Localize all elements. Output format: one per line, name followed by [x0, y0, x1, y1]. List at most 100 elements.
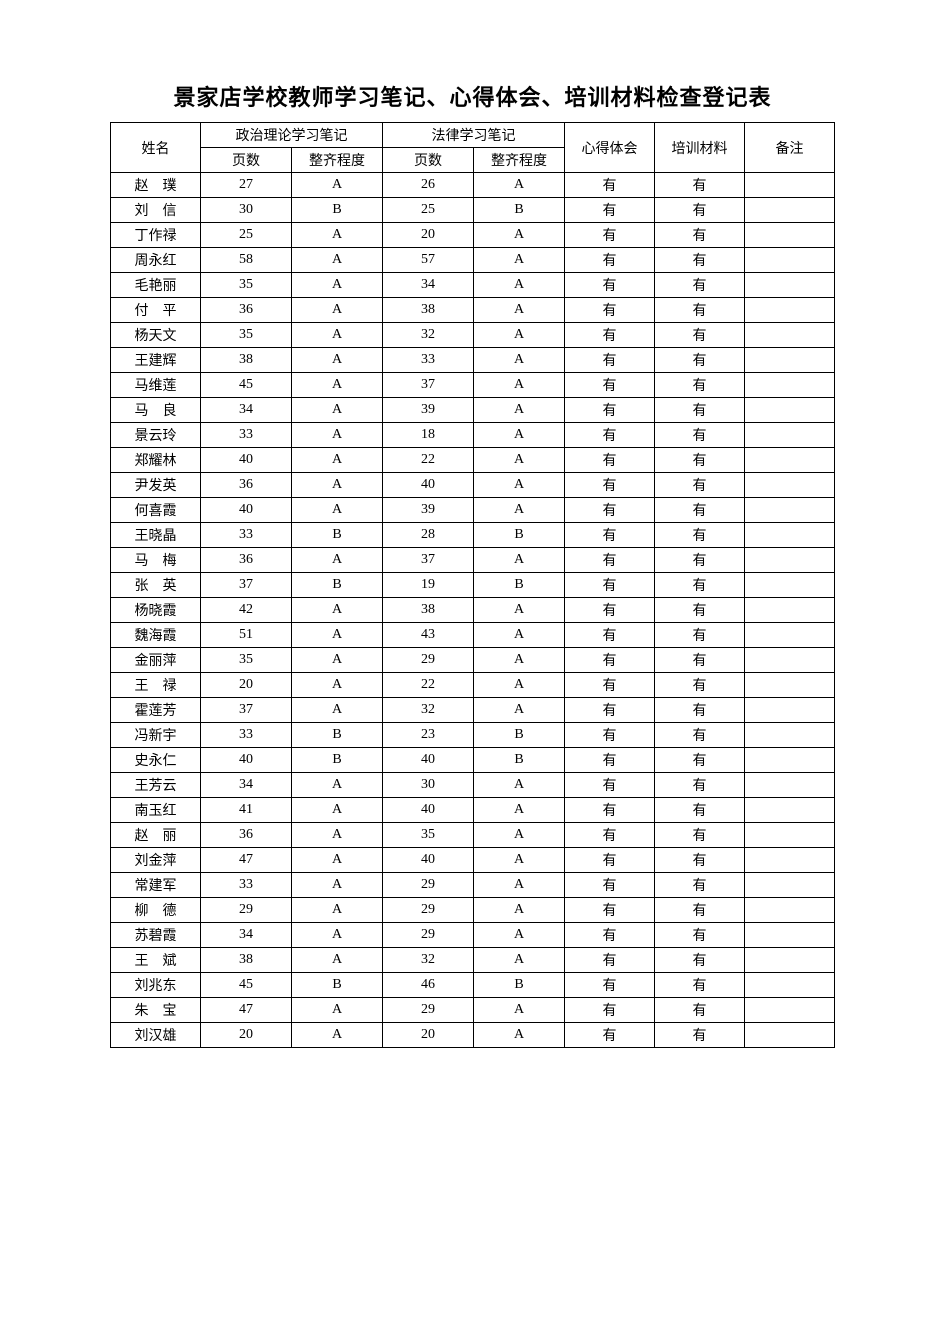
- cell-name: 尹发英: [111, 473, 201, 498]
- cell-politics-neat: A: [292, 323, 383, 348]
- cell-remark: [745, 323, 835, 348]
- cell-politics-neat: A: [292, 273, 383, 298]
- cell-politics-neat: A: [292, 798, 383, 823]
- table-row: 景云玲33A18A有有: [111, 423, 835, 448]
- cell-law-pages: 32: [383, 698, 474, 723]
- cell-law-pages: 29: [383, 648, 474, 673]
- cell-remark: [745, 773, 835, 798]
- cell-name: 冯新宇: [111, 723, 201, 748]
- cell-politics-pages: 51: [201, 623, 292, 648]
- cell-remark: [745, 923, 835, 948]
- cell-experience: 有: [565, 873, 655, 898]
- cell-experience: 有: [565, 423, 655, 448]
- cell-politics-pages: 38: [201, 348, 292, 373]
- cell-politics-neat: A: [292, 1023, 383, 1048]
- cell-law-pages: 30: [383, 773, 474, 798]
- table-row: 杨晓霞42A38A有有: [111, 598, 835, 623]
- cell-law-pages: 40: [383, 748, 474, 773]
- cell-politics-neat: A: [292, 698, 383, 723]
- cell-politics-pages: 33: [201, 873, 292, 898]
- cell-experience: 有: [565, 448, 655, 473]
- cell-law-neat: A: [474, 1023, 565, 1048]
- cell-law-neat: A: [474, 673, 565, 698]
- cell-politics-neat: B: [292, 198, 383, 223]
- cell-training: 有: [655, 623, 745, 648]
- cell-law-neat: B: [474, 973, 565, 998]
- cell-law-neat: A: [474, 948, 565, 973]
- cell-politics-neat: B: [292, 523, 383, 548]
- cell-experience: 有: [565, 1023, 655, 1048]
- cell-remark: [745, 248, 835, 273]
- cell-name: 柳 德: [111, 898, 201, 923]
- cell-experience: 有: [565, 223, 655, 248]
- header-name: 姓名: [111, 123, 201, 173]
- cell-law-neat: A: [474, 348, 565, 373]
- cell-name: 金丽萍: [111, 648, 201, 673]
- cell-name: 史永仁: [111, 748, 201, 773]
- cell-experience: 有: [565, 573, 655, 598]
- cell-politics-pages: 45: [201, 973, 292, 998]
- cell-politics-neat: A: [292, 248, 383, 273]
- cell-law-neat: A: [474, 698, 565, 723]
- cell-training: 有: [655, 473, 745, 498]
- cell-law-pages: 20: [383, 223, 474, 248]
- cell-name: 景云玲: [111, 423, 201, 448]
- cell-politics-neat: A: [292, 223, 383, 248]
- cell-remark: [745, 223, 835, 248]
- cell-experience: 有: [565, 923, 655, 948]
- cell-politics-neat: A: [292, 548, 383, 573]
- cell-politics-neat: B: [292, 723, 383, 748]
- cell-training: 有: [655, 573, 745, 598]
- cell-politics-neat: A: [292, 673, 383, 698]
- cell-name: 毛艳丽: [111, 273, 201, 298]
- cell-politics-pages: 35: [201, 273, 292, 298]
- cell-politics-pages: 29: [201, 898, 292, 923]
- cell-experience: 有: [565, 948, 655, 973]
- cell-law-neat: A: [474, 473, 565, 498]
- cell-law-pages: 22: [383, 673, 474, 698]
- table-row: 王芳云34A30A有有: [111, 773, 835, 798]
- cell-law-pages: 32: [383, 948, 474, 973]
- cell-politics-neat: A: [292, 373, 383, 398]
- table-row: 赵 璞27A26A有有: [111, 173, 835, 198]
- cell-politics-pages: 40: [201, 498, 292, 523]
- cell-politics-pages: 37: [201, 698, 292, 723]
- cell-experience: 有: [565, 323, 655, 348]
- cell-politics-pages: 36: [201, 548, 292, 573]
- cell-law-pages: 39: [383, 498, 474, 523]
- cell-experience: 有: [565, 398, 655, 423]
- cell-politics-neat: A: [292, 648, 383, 673]
- cell-politics-neat: A: [292, 448, 383, 473]
- cell-remark: [745, 648, 835, 673]
- table-row: 冯新宇33B23B有有: [111, 723, 835, 748]
- table-row: 周永红58A57A有有: [111, 248, 835, 273]
- cell-law-pages: 25: [383, 198, 474, 223]
- cell-remark: [745, 748, 835, 773]
- cell-law-neat: A: [474, 548, 565, 573]
- cell-politics-pages: 47: [201, 848, 292, 873]
- cell-law-neat: A: [474, 398, 565, 423]
- cell-training: 有: [655, 523, 745, 548]
- cell-politics-pages: 34: [201, 773, 292, 798]
- cell-name: 王晓晶: [111, 523, 201, 548]
- cell-name: 付 平: [111, 298, 201, 323]
- cell-name: 王 禄: [111, 673, 201, 698]
- header-law: 法律学习笔记: [383, 123, 565, 148]
- table-row: 丁作禄25A20A有有: [111, 223, 835, 248]
- header-law-pages: 页数: [383, 148, 474, 173]
- table-row: 苏碧霞34A29A有有: [111, 923, 835, 948]
- cell-remark: [745, 398, 835, 423]
- cell-politics-pages: 34: [201, 398, 292, 423]
- cell-law-neat: B: [474, 723, 565, 748]
- cell-experience: 有: [565, 498, 655, 523]
- cell-training: 有: [655, 548, 745, 573]
- cell-experience: 有: [565, 623, 655, 648]
- cell-remark: [745, 873, 835, 898]
- cell-politics-pages: 40: [201, 748, 292, 773]
- cell-law-pages: 32: [383, 323, 474, 348]
- cell-law-neat: A: [474, 873, 565, 898]
- cell-politics-neat: A: [292, 848, 383, 873]
- table-row: 魏海霞51A43A有有: [111, 623, 835, 648]
- cell-training: 有: [655, 498, 745, 523]
- cell-remark: [745, 673, 835, 698]
